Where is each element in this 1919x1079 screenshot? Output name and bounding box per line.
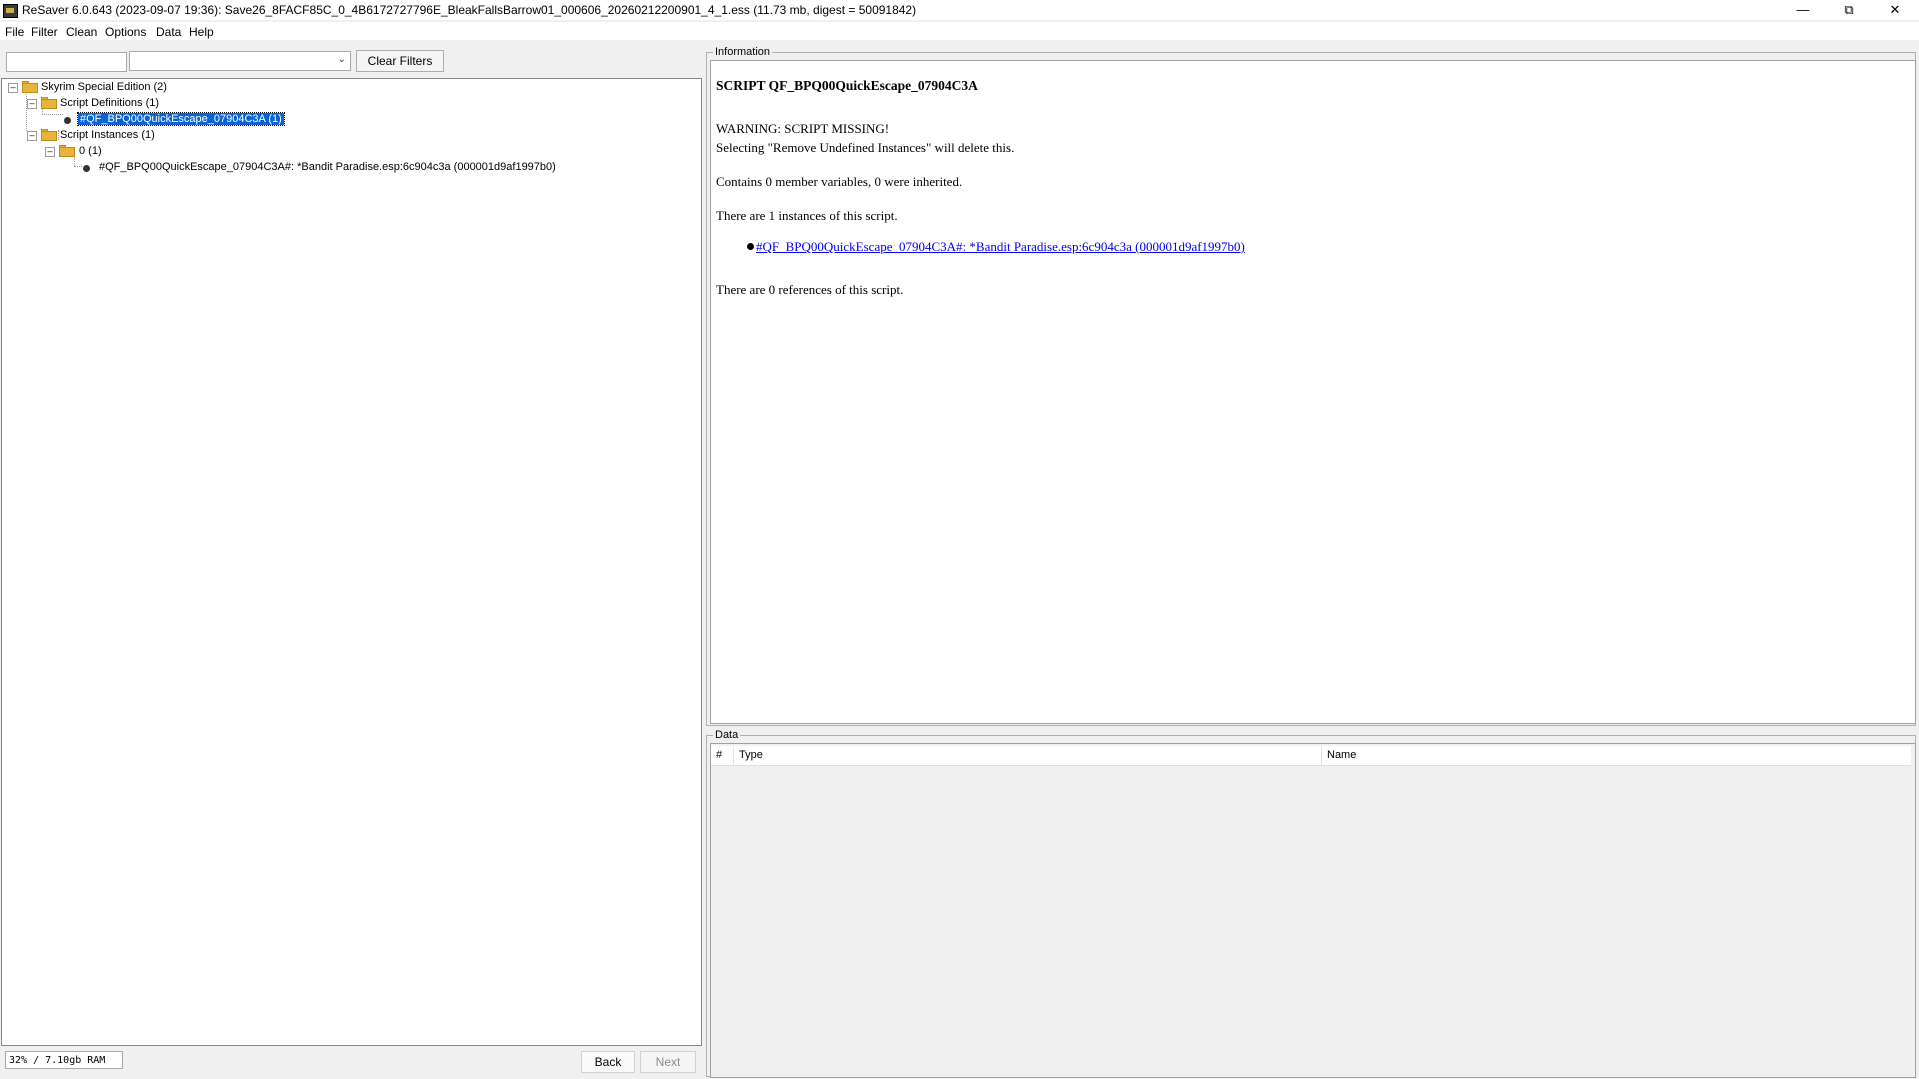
maximize-button[interactable]: ⧉ [1826,0,1872,20]
warning-text: WARNING: SCRIPT MISSING! [716,121,890,136]
menu-clean[interactable]: Clean [66,25,97,39]
tree-node-instance-group[interactable]: 0 (1) [79,144,102,158]
references-text: There are 0 references of this script. [716,282,904,297]
script-dot-icon [83,165,90,172]
back-button[interactable]: Back [581,1051,635,1073]
title-bar: ReSaver 6.0.643 (2023-09-07 19:36): Save… [0,0,1919,20]
collapse-icon[interactable]: – [27,131,37,141]
memory-status: 32% / 7.10gb RAM [5,1051,123,1069]
tree-node-definition-selected[interactable]: #QF_BPQ00QuickEscape_07904C3A (1) [77,112,285,126]
column-header-name[interactable]: Name [1322,746,1911,765]
menu-data[interactable]: Data [156,25,181,39]
menu-file[interactable]: File [5,25,24,39]
tree-connector [26,91,27,131]
folder-icon [41,97,57,109]
tree-connector [74,156,75,166]
collapse-icon[interactable]: – [45,147,55,157]
data-group-label: Data [713,729,741,741]
instances-count-text: There are 1 instances of this script. [716,208,898,223]
data-table[interactable]: # Type Name [710,743,1916,1078]
app-icon [3,4,18,18]
tree-connector [58,130,59,140]
folder-icon [41,129,57,141]
menu-filter[interactable]: Filter [31,25,58,39]
info-title: SCRIPT QF_BPQ00QuickEscape_07904C3A [716,78,978,93]
remove-hint-text: Selecting "Remove Undefined Instances" w… [716,140,1015,155]
column-header-number[interactable]: # [711,746,734,765]
next-button[interactable]: Next [640,1051,696,1073]
menu-bar: File Filter Clean Options Data Help [0,22,1919,40]
tree-connector [42,114,63,115]
tree-connector [74,166,82,167]
folder-icon [22,81,38,93]
column-header-type[interactable]: Type [734,746,1322,765]
info-pane: SCRIPT QF_BPQ00QuickEscape_07904C3A WARN… [710,60,1916,724]
chevron-down-icon[interactable]: ⌄ [338,54,346,65]
script-dot-icon [64,117,71,124]
data-table-header: # Type Name [711,746,1911,766]
instance-link[interactable]: #QF_BPQ00QuickEscape_07904C3A#: *Bandit … [756,239,1245,255]
tree-node-script-instances[interactable]: Script Instances (1) [60,128,155,142]
tree-node-root[interactable]: Skyrim Special Edition (2) [41,80,167,94]
save-tree[interactable]: – Skyrim Special Edition (2) – Script De… [1,78,702,1046]
clear-filters-button[interactable]: Clear Filters [356,50,444,72]
filter-text-input[interactable] [6,52,127,72]
close-button[interactable]: ✕ [1872,0,1918,20]
window-title: ReSaver 6.0.643 (2023-09-07 19:36): Save… [22,3,917,17]
menu-options[interactable]: Options [105,25,146,39]
folder-icon [59,145,75,157]
member-variables-text: Contains 0 member variables, 0 were inhe… [716,174,963,189]
bullet-icon [747,243,754,250]
filter-mod-combo[interactable]: ⌄ [129,51,351,71]
menu-help[interactable]: Help [189,25,214,39]
info-group-label: Information [713,46,773,58]
collapse-icon[interactable]: – [8,83,18,93]
collapse-icon[interactable]: – [27,99,37,109]
minimize-button[interactable]: — [1780,0,1826,20]
tree-node-script-definitions[interactable]: Script Definitions (1) [60,96,159,110]
tree-node-instance-item[interactable]: #QF_BPQ00QuickEscape_07904C3A#: *Bandit … [99,160,556,174]
tree-node-label: #QF_BPQ00QuickEscape_07904C3A (1) [77,112,285,126]
